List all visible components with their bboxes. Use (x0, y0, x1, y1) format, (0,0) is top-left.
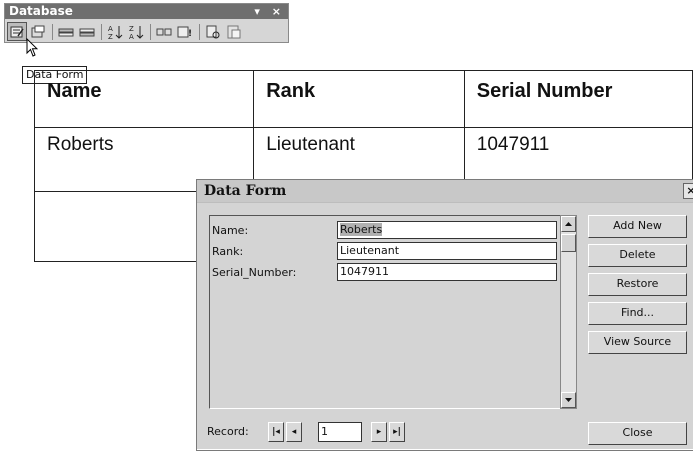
find-button[interactable]: Find... (588, 302, 687, 325)
header-cell-rank[interactable]: Rank (253, 70, 465, 128)
scroll-up-button[interactable] (561, 216, 576, 232)
toolbar-separator (199, 23, 200, 40)
arrow-up-icon (565, 222, 572, 226)
data-form-dialog: Data Form × Name: Roberts Rank: Lieutena… (196, 179, 693, 451)
next-record-icon: ▸ (376, 427, 382, 437)
field-row-name: Name: Roberts (212, 221, 572, 239)
field-label-serial-number: Serial_Number: (212, 266, 297, 279)
name-field-value: Roberts (340, 223, 383, 236)
svg-text:A: A (129, 33, 134, 40)
database-toolbar: Database ▾ × AZ ZA ! (4, 3, 289, 43)
toolbar-title-bar[interactable]: Database ▾ × (5, 4, 288, 19)
sort-descending-button[interactable]: ZA (126, 22, 146, 41)
svg-text:Z: Z (108, 33, 113, 40)
record-scrollbar[interactable] (560, 215, 577, 409)
field-row-serial-number: Serial_Number: 1047911 (212, 263, 572, 281)
table-header-row: Name Rank Serial Number (33, 70, 693, 128)
sort-ascending-icon: AZ (108, 25, 123, 40)
field-label-name: Name: (212, 224, 249, 237)
fields-panel: Name: Roberts Rank: Lieutenant Serial_Nu… (209, 215, 574, 409)
insert-database-icon (156, 28, 172, 35)
previous-record-icon: ◂ (291, 427, 297, 437)
delete-record-icon (79, 28, 95, 36)
first-record-icon: |◂ (272, 427, 280, 437)
mouse-pointer-icon (26, 38, 38, 57)
sort-descending-icon: ZA (129, 25, 144, 40)
insert-database-button[interactable] (154, 22, 174, 41)
update-field-button[interactable]: ! (175, 22, 195, 41)
header-cell-serial-number[interactable]: Serial Number (463, 70, 693, 128)
dialog-title-bar[interactable]: Data Form × (197, 180, 693, 203)
field-row-rank: Rank: Lieutenant (212, 242, 572, 260)
restore-button[interactable]: Restore (588, 273, 687, 296)
first-record-button[interactable]: |◂ (268, 422, 284, 442)
add-record-button[interactable] (56, 22, 76, 41)
header-cell-name[interactable]: Name (33, 70, 255, 128)
dialog-title: Data Form (204, 183, 287, 199)
svg-text:A: A (108, 25, 113, 33)
delete-button[interactable]: Delete (588, 244, 687, 267)
view-source-button[interactable]: View Source (588, 331, 687, 354)
last-record-button[interactable]: ▸| (389, 422, 405, 442)
serial-number-field[interactable]: 1047911 (337, 263, 557, 281)
find-record-button[interactable] (203, 22, 223, 41)
close-button[interactable]: Close (588, 422, 687, 445)
mail-merge-main-document-button[interactable] (224, 22, 244, 41)
scroll-thumb[interactable] (561, 234, 576, 252)
toolbar-separator (101, 23, 102, 40)
mail-merge-main-document-icon (227, 25, 241, 38)
add-record-icon (58, 28, 74, 36)
add-new-button[interactable]: Add New (588, 215, 687, 238)
data-form-button[interactable] (7, 22, 27, 41)
toolbar-title-controls[interactable]: ▾ × (254, 4, 285, 19)
svg-text:!: ! (188, 29, 192, 39)
data-form-icon (10, 26, 24, 37)
toolbar-button-row: AZ ZA ! (5, 19, 288, 44)
next-record-button[interactable]: ▸ (371, 422, 387, 442)
close-icon[interactable]: × (683, 183, 693, 199)
delete-record-button[interactable] (77, 22, 97, 41)
field-label-rank: Rank: (212, 245, 244, 258)
toolbar-title: Database (9, 4, 73, 18)
svg-text:Z: Z (129, 25, 134, 33)
last-record-icon: ▸| (393, 427, 401, 437)
record-label: Record: (207, 425, 249, 438)
toolbar-separator (52, 23, 53, 40)
toolbar-separator (150, 23, 151, 40)
scroll-down-button[interactable] (561, 392, 576, 408)
rank-field[interactable]: Lieutenant (337, 242, 557, 260)
update-field-icon: ! (177, 26, 192, 39)
arrow-down-icon (565, 398, 572, 402)
record-number-input[interactable]: 1 (318, 422, 362, 442)
find-record-icon (206, 25, 220, 38)
name-field[interactable]: Roberts (337, 221, 557, 239)
previous-record-button[interactable]: ◂ (286, 422, 302, 442)
sort-ascending-button[interactable]: AZ (105, 22, 125, 41)
